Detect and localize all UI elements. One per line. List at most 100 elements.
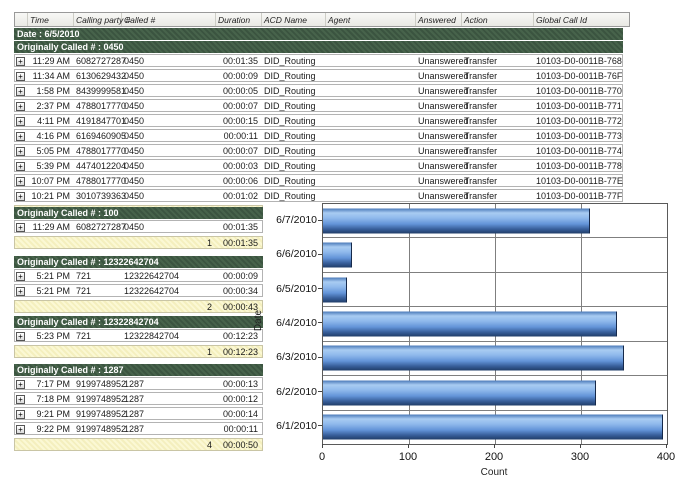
expand-row-button[interactable]: + [16, 192, 25, 201]
cell-acd: DID_Routing [262, 191, 326, 201]
expand-row-button[interactable]: + [16, 287, 25, 296]
cell-answered: Unanswered [416, 176, 462, 186]
x-axis-tick-mark [408, 444, 409, 448]
cell-called: 0450 [122, 222, 216, 232]
cell-duration: 00:00:11 [216, 131, 262, 141]
cell-time: 9:21 PM [28, 409, 74, 419]
cell-time: 7:18 PM [28, 394, 74, 404]
cell-time: 10:21 PM [28, 191, 74, 201]
expand-row-button[interactable]: + [16, 132, 25, 141]
cell-time: 11:29 AM [28, 56, 74, 66]
expand-cell: + [15, 161, 28, 171]
call-row: +5:21 PM7211232264270400:00:34 [14, 284, 263, 297]
expand-cell: + [15, 394, 28, 404]
column-header-agent: Agent [326, 13, 416, 26]
expand-cell: + [15, 286, 28, 296]
expand-row-button[interactable]: + [16, 425, 25, 434]
expand-row-button[interactable]: + [16, 57, 25, 66]
cell-global: 10103-D0-0011B-77F [534, 191, 622, 201]
y-axis-category-label: 6/2/2010 [268, 374, 322, 408]
chart-x-tick-marks [322, 444, 666, 449]
call-row: +4:16 PM6169460905045000:00:11DID_Routin… [14, 129, 623, 142]
cell-global: 10103-D0-0011B-77E [534, 176, 622, 186]
column-header-calling: Calling party # [74, 13, 122, 26]
expand-row-button[interactable]: + [16, 177, 25, 186]
expand-cell: + [15, 116, 28, 126]
cell-answered: Unanswered [416, 191, 462, 201]
cell-calling: 721 [74, 286, 122, 296]
cell-calling: 8439999581 [74, 86, 122, 96]
cell-acd: DID_Routing [262, 116, 326, 126]
chart-band [323, 272, 667, 306]
expand-row-button[interactable]: + [16, 380, 25, 389]
originally-called-group-band: Originally Called # : 12322642704 [14, 256, 263, 268]
cell-time: 5:23 PM [28, 331, 74, 341]
cell-action: Transfer [462, 56, 534, 66]
group-summary-row: 400:00:50 [14, 438, 263, 451]
cell-called: 0450 [122, 161, 216, 171]
cell-calling: 9199748952 [74, 409, 122, 419]
column-header-action: Action [462, 13, 534, 26]
cell-global: 10103-D0-0011B-771 [534, 101, 622, 111]
expand-row-button[interactable]: + [16, 147, 25, 156]
x-axis-tick-label: 300 [571, 451, 589, 463]
cell-action: Transfer [462, 101, 534, 111]
expand-row-button[interactable]: + [16, 72, 25, 81]
expand-row-button[interactable]: + [16, 272, 25, 281]
expand-cell: + [15, 71, 28, 81]
cell-time: 4:16 PM [28, 131, 74, 141]
cell-time: 11:34 AM [28, 71, 74, 81]
originally-called-group-band: Originally Called # : 100 [14, 207, 263, 219]
cell-action: Transfer [462, 161, 534, 171]
cell-calling: 9199748952 [74, 424, 122, 434]
cell-global: 10103-D0-0011B-778 [534, 161, 622, 171]
cell-calling: 4191847701 [74, 116, 122, 126]
cell-acd: DID_Routing [262, 131, 326, 141]
calls-by-date-chart: Date 6/7/20106/6/20106/5/20106/4/20106/3… [256, 203, 674, 483]
cell-calling: 721 [74, 271, 122, 281]
cell-time: 1:58 PM [28, 86, 74, 96]
expand-row-button[interactable]: + [16, 117, 25, 126]
expand-cell: + [15, 86, 28, 96]
cell-action: Transfer [462, 146, 534, 156]
cell-calling: 4474012204 [74, 161, 122, 171]
bar-6/5/2010 [323, 277, 347, 302]
expand-row-button[interactable]: + [16, 395, 25, 404]
x-axis-tick-label: 200 [485, 451, 503, 463]
cell-calling: 4788017770 [74, 176, 122, 186]
cell-time: 11:29 AM [28, 222, 74, 232]
call-row: +10:21 PM3010739363045000:01:02DID_Routi… [14, 189, 623, 202]
expand-cell: + [15, 409, 28, 419]
expand-row-button[interactable]: + [16, 102, 25, 111]
cell-calling: 9199748952 [74, 379, 122, 389]
cell-calling: 4788017770 [74, 146, 122, 156]
cell-called: 0450 [122, 131, 216, 141]
column-header-global: Global Call Id [534, 13, 622, 26]
group-section: Originally Called # : 12322842704+5:23 P… [14, 316, 266, 358]
table-header-row: TimeCalling party #Called #DurationACD N… [14, 12, 630, 27]
cell-answered: Unanswered [416, 161, 462, 171]
x-axis-tick-mark [580, 444, 581, 448]
cell-acd: DID_Routing [262, 86, 326, 96]
cell-called: 0450 [122, 146, 216, 156]
cell-duration: 00:00:09 [216, 71, 262, 81]
cell-acd: DID_Routing [262, 71, 326, 81]
expand-row-button[interactable]: + [16, 410, 25, 419]
group-summary-row: 100:12:23 [14, 345, 263, 358]
x-axis-tick-mark [322, 444, 323, 448]
cell-called: 0450 [122, 191, 216, 201]
cell-calling: 721 [74, 331, 122, 341]
expand-row-button[interactable]: + [16, 223, 25, 232]
expand-row-button[interactable]: + [16, 162, 25, 171]
expand-cell: + [15, 146, 28, 156]
cell-duration: 00:00:07 [216, 101, 262, 111]
cell-duration: 00:00:15 [216, 116, 262, 126]
cell-answered: Unanswered [416, 71, 462, 81]
expand-row-button[interactable]: + [16, 332, 25, 341]
call-row: +2:37 PM4788017770045000:00:07DID_Routin… [14, 99, 623, 112]
chart-plot [322, 203, 668, 445]
y-axis-category-label: 6/1/2010 [268, 409, 322, 443]
y-axis-category-label: 6/4/2010 [268, 306, 322, 340]
group-section: Originally Called # : 100+11:29 AM608272… [14, 207, 266, 249]
expand-row-button[interactable]: + [16, 87, 25, 96]
